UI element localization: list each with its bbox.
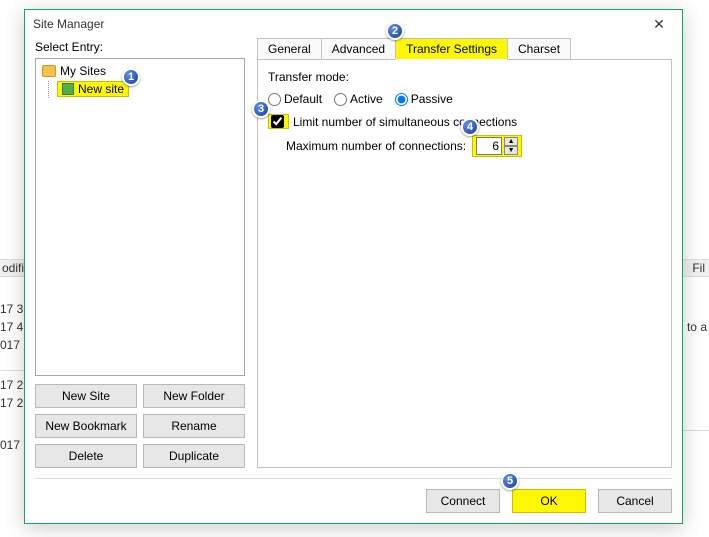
transfer-settings-panel: Transfer mode: Default Active Passive — [257, 60, 672, 468]
marker-3: 3 — [252, 100, 270, 118]
bg-r4: 17 2: — [0, 378, 27, 392]
titlebar: Site Manager ✕ — [25, 10, 682, 38]
spin-down-button[interactable]: ▼ — [504, 146, 518, 155]
radio-active[interactable]: Active — [334, 92, 383, 106]
bg-r5: 17 2: — [0, 396, 27, 410]
entry-tree[interactable]: My Sites New site 1 — [35, 58, 245, 376]
cancel-button[interactable]: Cancel — [598, 489, 672, 513]
ok-button[interactable]: OK 5 — [512, 489, 586, 513]
new-folder-button[interactable]: New Folder — [143, 384, 245, 408]
marker-5: 5 — [501, 472, 519, 490]
max-connections-input[interactable] — [476, 137, 502, 155]
radio-active-input[interactable] — [334, 93, 347, 106]
transfer-mode-group: Default Active Passive — [268, 92, 661, 106]
bg-r2: 17 4: — [0, 320, 27, 334]
bg-col-modified: odifi — [2, 261, 24, 275]
rename-button[interactable]: Rename — [143, 414, 245, 438]
radio-default[interactable]: Default — [268, 92, 322, 106]
tree-root-label: My Sites — [60, 64, 106, 78]
tabbar: General Advanced Transfer Settings 2 Cha… — [257, 38, 672, 60]
marker-4: 4 — [461, 118, 479, 136]
close-icon[interactable]: ✕ — [644, 16, 674, 33]
site-manager-dialog: Site Manager ✕ Select Entry: My Sites Ne… — [24, 9, 683, 524]
marker-2: 2 — [386, 22, 404, 40]
left-pane: Select Entry: My Sites New site 1 — [35, 38, 245, 468]
max-connections-row: Maximum number of connections: ▲ ▼ 4 — [286, 135, 661, 157]
radio-active-label: Active — [350, 92, 383, 106]
duplicate-button[interactable]: Duplicate — [143, 444, 245, 468]
radio-default-label: Default — [284, 92, 322, 106]
max-connections-label: Maximum number of connections: — [286, 139, 466, 153]
tab-charset[interactable]: Charset — [507, 38, 571, 59]
tree-item-label: New site — [78, 82, 124, 96]
dialog-title: Site Manager — [33, 17, 104, 31]
server-icon — [62, 83, 74, 95]
tree-item-new-site[interactable]: New site 1 — [57, 81, 129, 97]
new-bookmark-button[interactable]: New Bookmark — [35, 414, 137, 438]
tab-transfer-settings[interactable]: Transfer Settings 2 — [395, 38, 508, 60]
bg-divider2 — [680, 430, 709, 431]
bg-r1: 17 3: — [0, 302, 27, 316]
transfer-mode-label: Transfer mode: — [268, 70, 661, 84]
radio-passive[interactable]: Passive — [395, 92, 453, 106]
bg-divider — [0, 370, 24, 371]
connect-button[interactable]: Connect — [426, 489, 500, 513]
entry-buttons: New Site New Folder New Bookmark Rename … — [35, 384, 245, 468]
tab-advanced[interactable]: Advanced — [321, 38, 396, 59]
limit-connections-label: Limit number of simultaneous connections — [293, 115, 517, 129]
bg-col-fil: Fil — [692, 261, 705, 275]
radio-passive-label: Passive — [411, 92, 453, 106]
radio-passive-input[interactable] — [395, 93, 408, 106]
new-site-button[interactable]: New Site — [35, 384, 137, 408]
limit-connections-checkbox[interactable] — [271, 115, 284, 128]
dialog-footer: Connect OK 5 Cancel — [35, 478, 672, 513]
marker-1: 1 — [122, 68, 140, 86]
folder-icon — [42, 65, 56, 77]
spin-up-button[interactable]: ▲ — [504, 137, 518, 146]
tab-general[interactable]: General — [257, 38, 322, 59]
radio-default-input[interactable] — [268, 93, 281, 106]
right-pane: General Advanced Transfer Settings 2 Cha… — [257, 38, 672, 468]
select-entry-label: Select Entry: — [35, 40, 245, 54]
delete-button[interactable]: Delete — [35, 444, 137, 468]
